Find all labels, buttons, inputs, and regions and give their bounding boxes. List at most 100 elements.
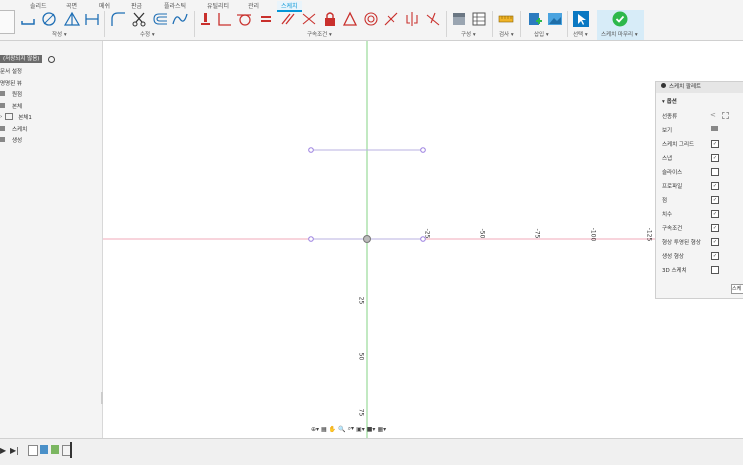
timeline-sketch-icon[interactable] [28, 445, 38, 456]
midpoint-constraint-icon[interactable] [383, 11, 399, 27]
select-cursor-icon[interactable] [573, 11, 589, 27]
group-create-label[interactable]: 작성 ▾ [52, 30, 67, 38]
tab-mesh[interactable]: 메쉬 [99, 1, 110, 10]
group-insert-label[interactable]: 삽입 ▾ [534, 30, 549, 38]
browser-item-construction[interactable]: 생성 [0, 135, 22, 144]
constraints-checkbox[interactable]: ✓ [711, 224, 719, 232]
tab-surface[interactable]: 곡면 [66, 1, 77, 10]
group-modify-label[interactable]: 수정 ▾ [140, 30, 155, 38]
finish-sketch-button[interactable]: 스케 [731, 284, 743, 294]
tab-solid[interactable]: 솔리드 [30, 1, 47, 10]
projected-geometry-checkbox[interactable]: ✓ [711, 238, 719, 246]
navigation-toolbar: ⊕▾ ▦ ✋ 🔍 ⌕▾ ▣▾ ■▾ ▦▾ [311, 424, 425, 434]
construction-geometry-checkbox[interactable]: ✓ [711, 252, 719, 260]
look-at-icon[interactable] [711, 126, 718, 131]
visual-style-icon[interactable]: ■▾ [367, 426, 376, 433]
skip-end-icon[interactable]: ▶| [10, 446, 19, 455]
palette-dot-icon [661, 83, 666, 88]
expand-arrow-icon[interactable]: › [0, 114, 2, 120]
offset-tool-icon[interactable] [152, 11, 168, 27]
browser-item-doc-settings[interactable]: 문서 설정 [0, 66, 22, 75]
sketch-palette: 스케치 팔레트 ▾ 옵션 선종류 < 보기 스케치 그리드 ✓ 스냅 ✓ 슬라이… [655, 81, 743, 299]
fix-constraint-icon[interactable] [198, 11, 214, 27]
browser-item-body1[interactable]: › 본체1 [0, 112, 32, 121]
curvature-constraint-icon[interactable] [425, 11, 441, 27]
dimensions-checkbox[interactable]: ✓ [711, 210, 719, 218]
tab-utility[interactable]: 유틸리티 [207, 1, 229, 10]
timeline-marker[interactable] [70, 442, 72, 458]
sketch-grid-checkbox[interactable]: ✓ [711, 140, 719, 148]
fillet-tool-icon[interactable] [110, 11, 126, 27]
palette-row-projected: 형상 투영된 형상 [662, 240, 701, 246]
points-checkbox[interactable]: ✓ [711, 196, 719, 204]
triangle-tool-icon[interactable] [64, 11, 80, 27]
slice-checkbox[interactable] [711, 168, 719, 176]
palette-title: 스케치 팔레트 [669, 84, 702, 90]
finish-sketch-check-icon[interactable] [612, 11, 628, 27]
browser-item-sketches[interactable]: 스케치 [0, 124, 27, 133]
parallel-constraint-icon[interactable] [280, 11, 296, 27]
palette-row-dimensions: 치수 [662, 212, 673, 218]
symmetry-constraint-icon[interactable] [404, 11, 420, 27]
construction-linetype-icon[interactable] [722, 112, 729, 119]
browser-item-bodies[interactable]: 본체 [0, 101, 22, 110]
insert-image-icon[interactable] [547, 11, 563, 27]
linetype-icon[interactable]: < [710, 111, 716, 119]
panel-resize-handle[interactable] [101, 392, 103, 404]
tab-plastic[interactable]: 플라스틱 [164, 1, 186, 10]
concentric-constraint-icon[interactable] [363, 11, 379, 27]
group-construct-label[interactable]: 구성 ▾ [461, 30, 476, 38]
zoom-window-icon[interactable]: ⌕▾ [348, 425, 354, 433]
palette-section[interactable]: ▾ 옵션 [662, 97, 677, 105]
group-finish-label[interactable]: 스케치 마무리 ▾ [601, 30, 638, 38]
zoom-icon[interactable]: 🔍 [338, 426, 345, 433]
display-settings-icon[interactable]: ▣▾ [356, 426, 365, 433]
radio-icon[interactable] [48, 56, 55, 63]
play-icon[interactable]: ▶ [0, 446, 6, 455]
timeline-extrude-icon[interactable] [40, 445, 48, 454]
lock-constraint-icon[interactable] [322, 11, 338, 27]
insert-icon[interactable] [527, 11, 543, 27]
grid-icon[interactable]: ▦▾ [377, 426, 386, 433]
slot-tool-icon[interactable] [84, 11, 100, 27]
browser-item-origin[interactable]: 원점 [0, 89, 22, 98]
ribbon-toolbar: 솔리드 곡면 메쉬 판금 플라스틱 유틸리티 관리 스케치 작성 ▾ 수정 ▾ [0, 0, 743, 41]
triangle-constraint-icon[interactable] [342, 11, 358, 27]
tab-sheetmetal[interactable]: 판금 [131, 1, 142, 10]
palette-row-label: 선종류 [662, 114, 678, 120]
tab-manage[interactable]: 관리 [248, 1, 259, 10]
timeline-feature-icon[interactable] [51, 445, 59, 454]
document-title[interactable]: (저장되지 않음) [0, 55, 43, 63]
look-at-icon[interactable]: ▦ [321, 426, 327, 433]
trim-scissors-icon[interactable] [131, 11, 147, 27]
palette-row-construction: 생성 형상 [662, 254, 684, 260]
group-inspect-label[interactable]: 검사 ▾ [499, 30, 514, 38]
perpendicular-constraint-icon[interactable] [216, 11, 232, 27]
pan-hand-icon[interactable]: ✋ [329, 426, 336, 433]
circle-tool-icon[interactable] [41, 11, 57, 27]
create-sketch-icon[interactable] [0, 10, 15, 34]
palette-section-label: 옵션 [666, 99, 677, 105]
collinear-constraint-icon[interactable] [301, 11, 317, 27]
orbit-icon[interactable]: ⊕▾ [311, 426, 319, 433]
palette-row-view: 보기 [662, 126, 672, 134]
tick-label-x: -25 [423, 228, 431, 239]
3d-sketch-checkbox[interactable] [711, 266, 719, 274]
tick-label-x: -75 [533, 228, 541, 239]
tangent-constraint-icon[interactable] [236, 11, 252, 27]
palette-row-sketch-grid: 스케치 그리드 [662, 142, 695, 148]
sketch-canvas[interactable]: -25 -50 -75 -100 -125 25 50 75 [103, 41, 743, 438]
snap-checkbox[interactable]: ✓ [711, 154, 719, 162]
spline-tool-icon[interactable] [172, 11, 188, 27]
group-constraints-label[interactable]: 구속조건 ▾ [307, 30, 332, 38]
line-tool-icon[interactable] [20, 11, 36, 27]
folder-icon [0, 103, 5, 108]
table-icon[interactable] [471, 11, 487, 27]
measure-icon[interactable] [498, 11, 514, 27]
equal-constraint-icon[interactable] [258, 11, 274, 27]
browser-item-named-views[interactable]: 명명된 뷰 [0, 78, 22, 87]
construction-icon[interactable] [451, 11, 467, 27]
profile-checkbox[interactable]: ✓ [711, 182, 719, 190]
group-select-label[interactable]: 선택 ▾ [573, 30, 588, 38]
palette-header[interactable]: 스케치 팔레트 [656, 82, 743, 93]
